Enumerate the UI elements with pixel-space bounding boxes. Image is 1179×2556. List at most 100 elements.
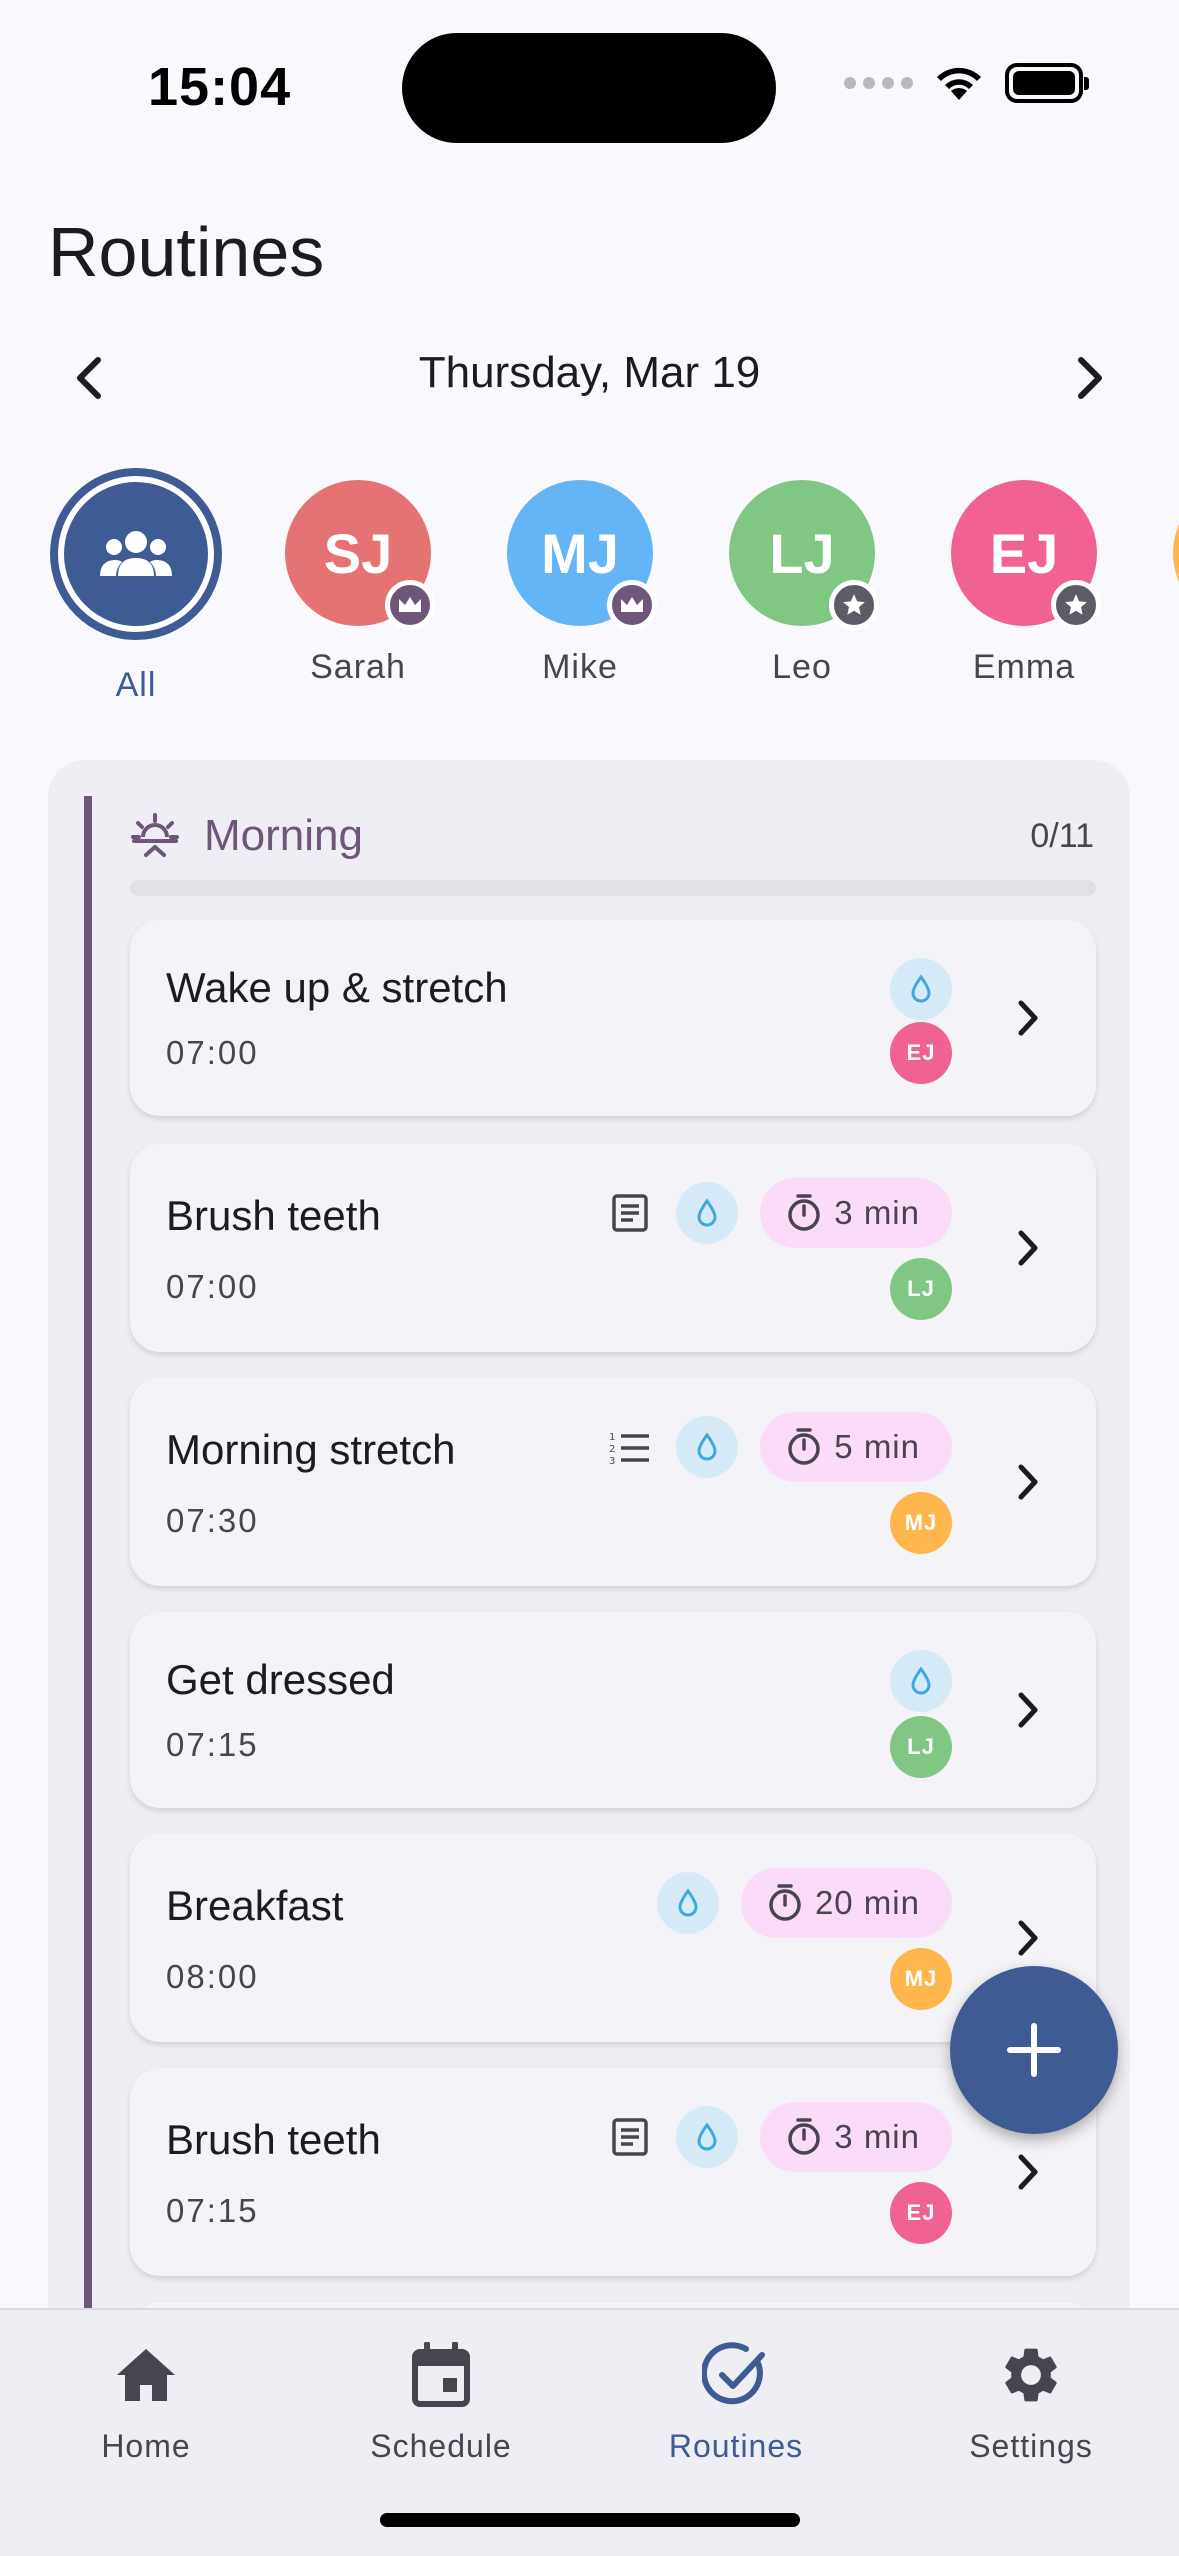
member-chip-mike[interactable]: MJ Mike [492,468,668,687]
home-indicator [380,2513,800,2527]
chevron-right-icon [1002,2147,1052,2197]
timer-icon [788,1428,821,1465]
member-label: Leo [772,648,832,686]
crown-icon [385,580,435,630]
avatar-initials: SJ [323,521,393,585]
routine-card[interactable]: Breakfast 08:00 20 min MJ [130,1834,1096,2042]
page-title: Routines [48,213,325,291]
avatar: EJ [951,480,1101,630]
wifi-icon [937,67,981,100]
group-icon [100,531,172,576]
svg-text:2: 2 [609,1444,615,1455]
section-progress-bar [130,880,1096,896]
sunrise-icon [131,813,179,857]
water-drop-icon [890,1650,952,1712]
routine-tags [890,1650,952,1712]
member-chip-partial[interactable] [1158,468,1179,626]
avatar-initials: MJ [541,521,619,585]
routine-card[interactable]: Brush teeth 07:15 3 min EJ [130,2068,1096,2276]
routine-title: Morning stretch [166,1426,456,1473]
nav-label: Routines [668,2428,804,2464]
battery-icon [1005,63,1089,103]
routine-title: Brush teeth [166,1192,381,1239]
chevron-right-icon [1002,993,1052,1043]
date-label: Thursday, Mar 19 [418,348,761,397]
nav-home[interactable]: Home [16,2330,276,2465]
timer-badge: 20 min [740,1868,952,1938]
routine-card[interactable]: Morning stretch 07:30 123 5 min MJ [130,1378,1096,1586]
timer-icon [788,2118,821,2155]
water-drop-icon [676,1182,739,1244]
member-label: Emma [972,648,1076,686]
member-label: All [115,666,157,704]
avatar-initials: EJ [989,521,1059,585]
member-chip-leo[interactable]: LJ Leo [714,468,890,687]
routine-tags: 3 min [606,2102,952,2172]
nav-label: Home [101,2428,191,2464]
svg-text:1: 1 [609,1432,615,1443]
timer-duration: 5 min [834,1428,920,1465]
dynamic-island [402,33,776,143]
calendar-icon [396,2330,486,2420]
routine-time: 08:00 [166,1958,259,1995]
star-icon [829,580,879,630]
timer-icon [769,1884,801,1921]
avatar-all [50,468,222,640]
routine-title: Brush teeth [166,2116,381,2163]
avatar [1173,480,1179,626]
nav-settings[interactable]: Settings [901,2330,1161,2465]
status-icons [844,62,1089,104]
routine-time: 07:00 [166,1034,259,1071]
assignee-avatar: LJ [890,1716,952,1778]
section-header[interactable]: Morning 0/11 [130,796,1094,876]
notes-icon [606,1189,654,1237]
home-icon [101,2330,191,2420]
svg-text:3: 3 [609,1456,615,1465]
nav-label: Settings [969,2428,1093,2464]
checklist-icon: 123 [606,1423,654,1471]
member-label: Mike [542,648,618,686]
routine-tags: 3 min [606,1178,952,1248]
routine-card[interactable]: Wake up & stretch 07:00 EJ [130,920,1096,1116]
timer-badge: 3 min [760,1178,952,1248]
avatar: MJ [507,480,657,630]
routine-title: Get dressed [166,1656,395,1703]
nav-schedule[interactable]: Schedule [311,2330,571,2465]
timer-icon [788,1194,821,1231]
timer-badge: 3 min [760,2102,952,2172]
assignee-avatar: LJ [890,1258,952,1320]
water-drop-icon [890,958,952,1020]
routine-time: 07:30 [166,1502,259,1539]
avatar: LJ [729,480,879,630]
chevron-right-icon [1078,357,1102,399]
avatar-initials: LJ [769,521,835,585]
timer-badge: 5 min [760,1412,952,1482]
next-day-button[interactable] [1059,348,1119,408]
section-accent-bar [84,796,92,2356]
nav-routines[interactable]: Routines [606,2330,866,2465]
routine-time: 07:15 [166,2192,259,2229]
crown-icon [607,580,657,630]
member-label: Sarah [310,648,406,686]
member-chip-emma[interactable]: EJ Emma [936,468,1112,687]
routine-title: Wake up & stretch [166,964,508,1011]
assignee-avatar: MJ [890,1948,952,2010]
member-filter: All SJ Sarah MJ Mike LJ Leo EJ Emma [48,468,1179,708]
routine-time: 07:00 [166,1268,259,1305]
member-chip-sarah[interactable]: SJ Sarah [270,468,446,687]
status-bar: 15:04 [0,0,1179,170]
timer-duration: 20 min [814,1884,920,1921]
water-drop-icon [676,1416,739,1478]
section-count: 0/11 [1030,816,1094,855]
chevron-right-icon [1002,1457,1052,1507]
routine-tags: 20 min [656,1868,952,1938]
plus-icon [1007,2023,1061,2077]
routine-card[interactable]: Get dressed 07:15 LJ [130,1612,1096,1808]
assignee-avatar: EJ [890,2182,952,2244]
routine-card[interactable]: Brush teeth 07:00 3 min LJ [130,1144,1096,1352]
add-routine-button[interactable] [950,1966,1118,2134]
date-navigator: Thursday, Mar 19 [0,330,1179,420]
assignee-avatar: EJ [890,1022,952,1084]
member-chip-all[interactable]: All [48,468,224,705]
cellular-signal-icon [844,77,913,89]
